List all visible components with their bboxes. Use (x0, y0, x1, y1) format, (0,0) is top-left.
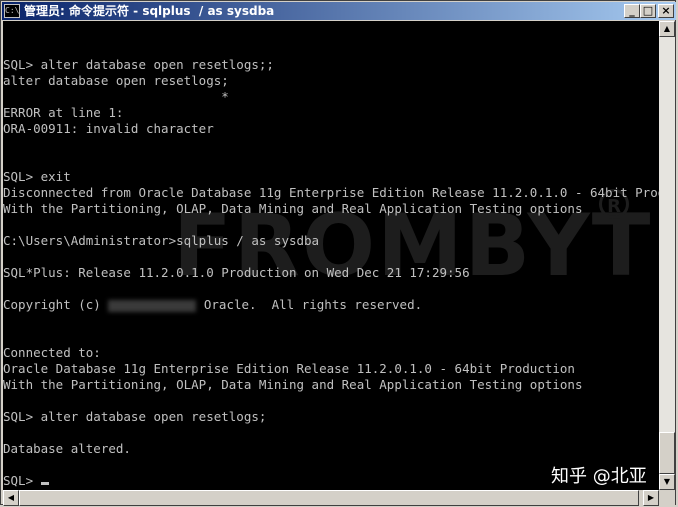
console-line: * (3, 89, 229, 104)
scroll-right-arrow-icon[interactable]: ▶ (643, 490, 659, 506)
console-line: Database altered. (3, 441, 131, 456)
console-line: alter database open resetlogs; (3, 73, 229, 88)
horizontal-scrollbar[interactable]: ◀ ▶ (3, 490, 659, 506)
text-cursor (40, 482, 49, 485)
console-line: ERROR at line 1: (3, 105, 124, 120)
minimize-button[interactable]: _ (624, 4, 640, 18)
copyright-line: Copyright (c) Oracle. All rights reserve… (3, 297, 422, 313)
console-line: C:\Users\Administrator>sqlplus / as sysd… (3, 233, 320, 248)
title-bar[interactable]: C:\ 管理员: 命令提示符 - sqlplus / as sysdba _ □… (2, 2, 676, 20)
close-button[interactable]: × (658, 4, 674, 18)
console-window: C:\ 管理员: 命令提示符 - sqlplus / as sysdba _ □… (0, 0, 676, 506)
vertical-scrollbar[interactable]: ▲ ▼ (659, 21, 675, 490)
console-line: SQL*Plus: Release 11.2.0.1.0 Production … (3, 265, 470, 280)
console-line: Oracle Database 11g Enterprise Edition R… (3, 361, 575, 376)
cmd-icon[interactable]: C:\ (4, 4, 20, 18)
copyright-suffix: Oracle. All rights reserved. (196, 297, 423, 312)
console-line: Connected to: (3, 345, 101, 360)
console-line: With the Partitioning, OLAP, Data Mining… (3, 201, 583, 216)
console-line: With the Partitioning, OLAP, Data Mining… (3, 377, 583, 392)
vertical-scroll-thumb[interactable] (659, 432, 675, 474)
redacted-years (108, 299, 197, 312)
scroll-left-arrow-icon[interactable]: ◀ (3, 490, 19, 506)
console-line: ORA-00911: invalid character (3, 121, 214, 136)
resize-grip[interactable] (659, 490, 675, 506)
copyright-prefix: Copyright (c) (3, 297, 109, 312)
console-line: Disconnected from Oracle Database 11g En… (3, 185, 659, 200)
horizontal-scroll-thumb[interactable] (19, 490, 639, 506)
console-line: SQL> exit (3, 169, 71, 184)
console-line: SQL> alter database open resetlogs; (3, 409, 267, 424)
sql-prompt: SQL> (3, 473, 41, 488)
zhihu-watermark: 知乎 @北亚 (551, 466, 647, 487)
window-title: 管理员: 命令提示符 - sqlplus / as sysdba (24, 4, 275, 18)
scroll-down-arrow-icon[interactable]: ▼ (659, 474, 675, 490)
console-line: SQL> alter database open resetlogs;; (3, 57, 274, 72)
scroll-up-arrow-icon[interactable]: ▲ (659, 21, 675, 37)
console-output[interactable]: FROMBYTE R SQL> alter database open rese… (3, 21, 659, 490)
prompt-line[interactable]: SQL> (3, 473, 49, 489)
maximize-button[interactable]: □ (640, 4, 656, 18)
